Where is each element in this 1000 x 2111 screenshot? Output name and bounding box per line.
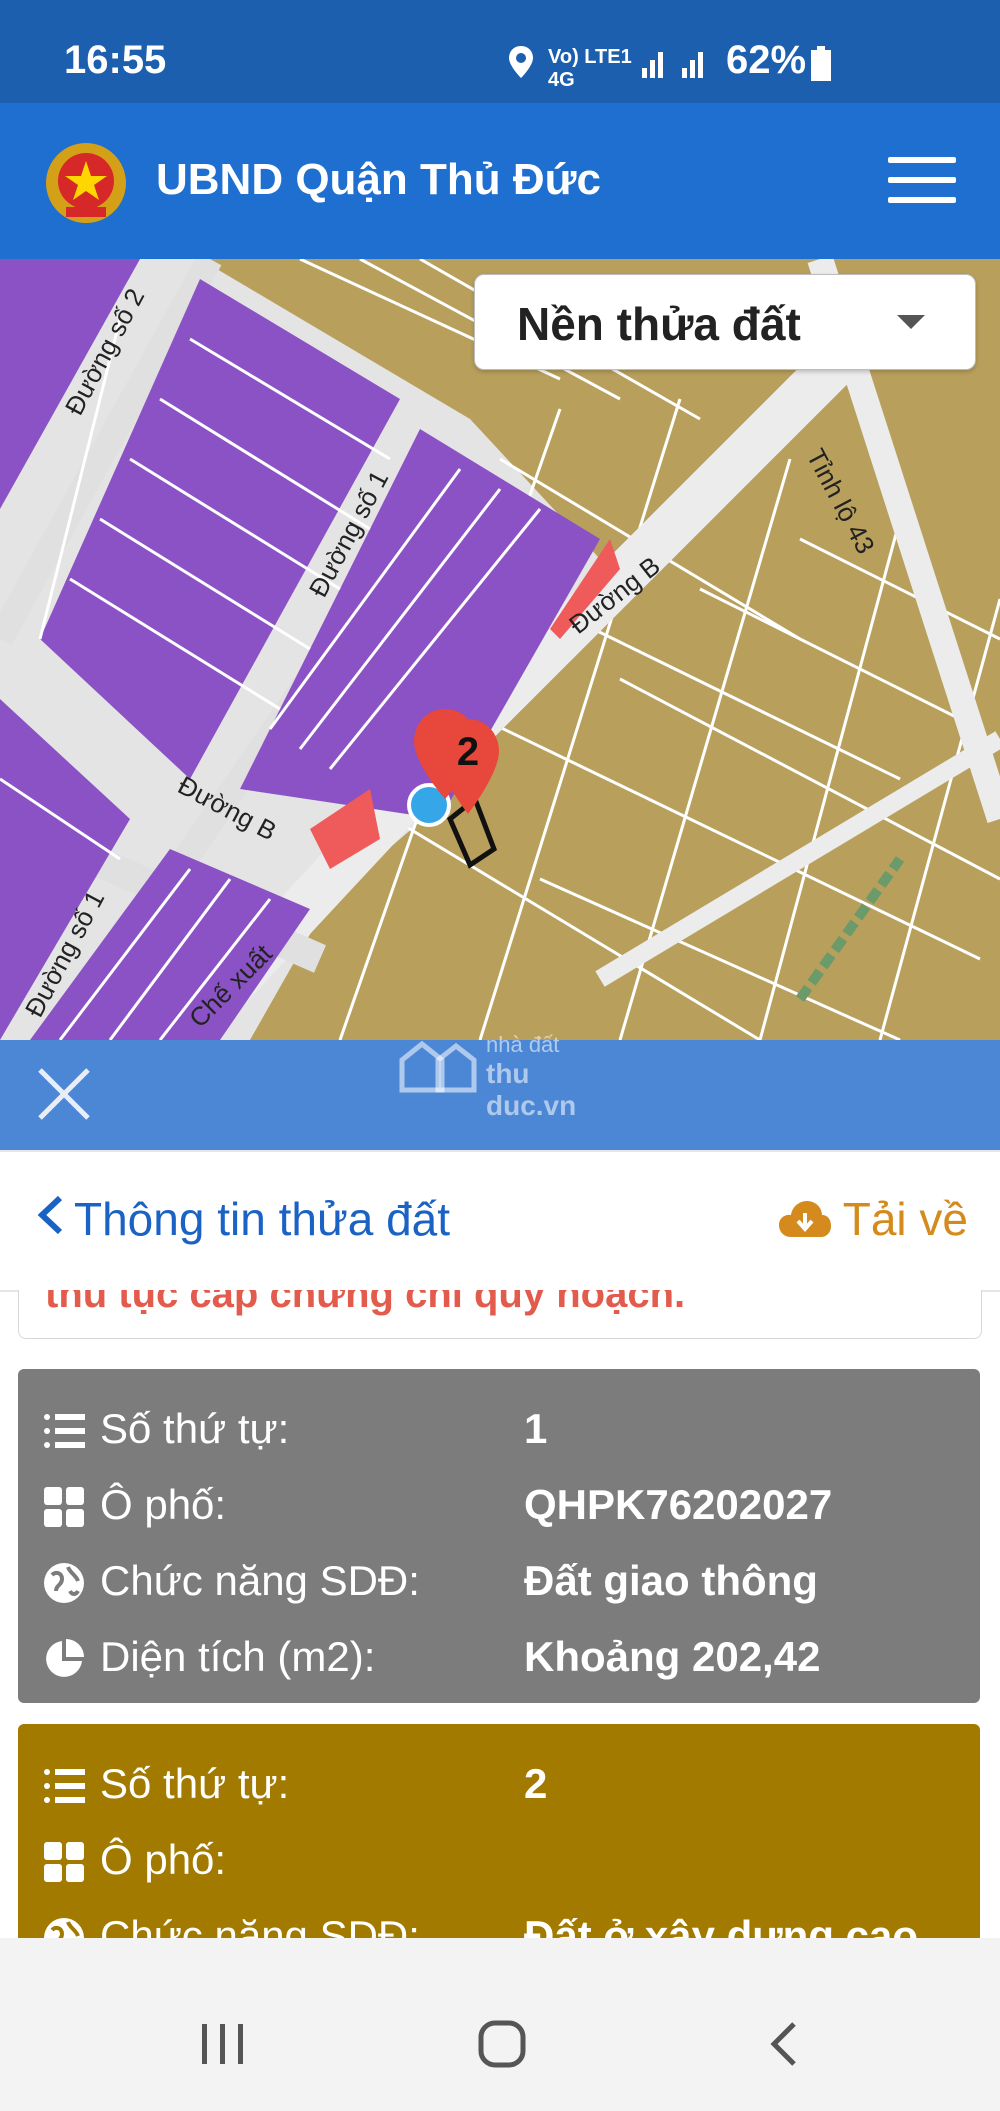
map-view[interactable]: 2 Đường số 2 Đường số 1 Đường B Đường B … [0,259,1000,1040]
list-icon [42,1764,86,1808]
watermark-top: nhà đất [486,1032,560,1057]
row-label: Ô phố: [100,1481,227,1528]
row-value: QHPK76202027 [524,1481,833,1528]
network-text: Vo) LTE1 4G [548,46,632,91]
app-header: UBND Quận Thủ Đức [0,103,1000,259]
recent-apps-icon[interactable] [200,2022,246,2071]
row-value: 2 [524,1760,548,1807]
emblem-icon [42,139,130,232]
grid-icon [42,1485,86,1529]
layer-dropdown[interactable]: Nền thửa đất [474,274,976,370]
row-order: Số thứ tự: 1 [42,1399,962,1459]
battery-percent: 62% [726,38,807,82]
marker-label: 2 [457,730,479,774]
row-label: Chức năng SDĐ: [100,1557,420,1604]
chevron-left-icon [36,1192,64,1246]
grid-icon [42,1840,86,1884]
row-label: Số thứ tự: [100,1405,290,1452]
chevron-down-icon [897,315,925,329]
notice-box: thủ tục cấp chứng chỉ quy hoạch. [18,1290,982,1339]
battery-icon [810,46,832,87]
download-button[interactable]: Tải về [777,1192,968,1250]
location-icon [506,44,536,85]
status-time: 16:55 [64,38,167,82]
back-link[interactable]: Thông tin thửa đất [36,1192,450,1246]
row-area: Diện tích (m2): Khoảng 202,42 [42,1627,962,1687]
row-value: 1 [524,1405,548,1452]
layer-dropdown-label: Nền thửa đất [517,298,801,350]
status-bar: 16:55 Vo) LTE1 4G 62% [0,0,1000,103]
row-land-use: Chức năng SDĐ: Đất giao thông [42,1551,962,1611]
notice-text: thủ tục cấp chứng chỉ quy hoạch. [45,1290,686,1316]
watermark-bottom: thu duc.vn [486,1058,577,1121]
pie-chart-icon [42,1637,86,1681]
download-label: Tải về [842,1193,968,1245]
row-block: Ô phố: [42,1830,962,1890]
row-block: Ô phố: QHPK76202027 [42,1475,962,1535]
parcel-card-1: Số thứ tự: 1 Ô phố: QHPK76202027 Chức nă… [18,1369,980,1703]
menu-icon[interactable] [888,157,956,205]
row-order: Số thứ tự: 2 [42,1754,962,1814]
list-icon [42,1409,86,1453]
home-icon[interactable] [478,2020,526,2073]
info-header: Thông tin thửa đất Tải về [0,1150,1000,1292]
close-icon[interactable] [36,1066,92,1122]
back-nav-icon[interactable] [768,2020,798,2073]
row-value: Khoảng 202,42 [524,1633,821,1680]
back-label: Thông tin thửa đất [74,1193,451,1245]
map-canvas[interactable]: 2 Đường số 2 Đường số 1 Đường B Đường B … [0,259,1000,1040]
globe-icon [42,1561,86,1605]
row-label: Số thứ tự: [100,1760,290,1807]
app-title: UBND Quận Thủ Đức [156,155,601,204]
system-nav-bar [0,1938,1000,2111]
cloud-download-icon [777,1196,833,1250]
row-label: Diện tích (m2): [100,1633,376,1680]
row-label: Ô phố: [100,1836,227,1883]
row-value: Đất giao thông [524,1557,818,1604]
signal-icon [640,44,720,85]
